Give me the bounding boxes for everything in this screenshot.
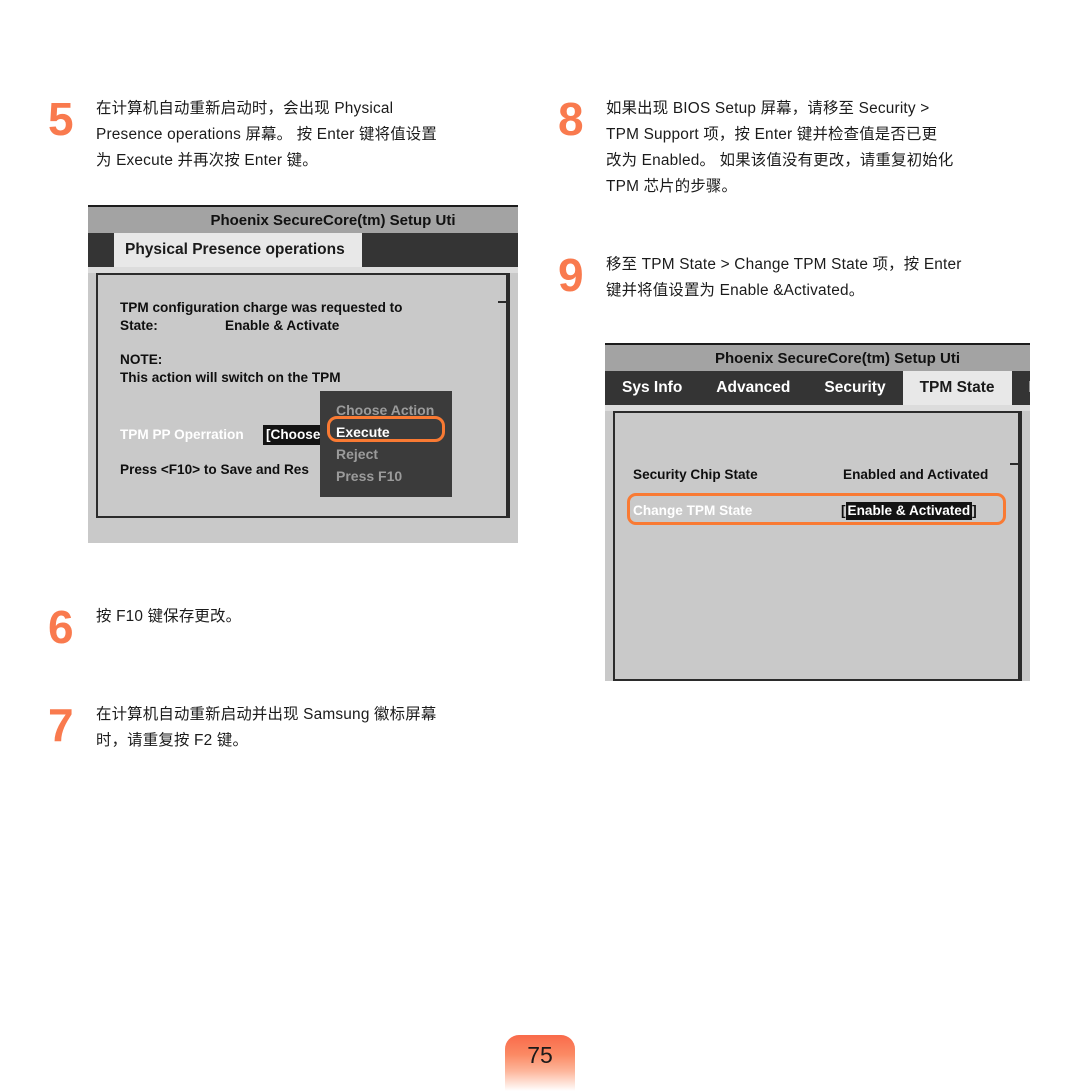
dropdown-pad-bottom [320, 487, 452, 497]
step-8-number: 8 [558, 93, 584, 145]
pp-state-value: Enable & Activate [225, 318, 340, 333]
bios-state-title-bar: Phoenix SecureCore(tm) Setup Uti [605, 343, 1030, 371]
step-6: 6 按 F10 键保存更改。 [48, 604, 528, 650]
tab-physical-presence-operations[interactable]: Physical Presence operations [108, 233, 362, 267]
step-7-line-1: 在计算机自动重新启动并出现 Samsung 徽标屏幕 [96, 706, 437, 723]
step-7-text: 在计算机自动重新启动并出现 Samsung 徽标屏幕 时，请重复按 F2 键。 [96, 702, 538, 754]
step-6-number: 6 [48, 601, 74, 653]
row-value-change-tpm-state: Enable & Activated [845, 501, 973, 520]
step-5: 5 在计算机自动重新启动时，会出现 Physical Presence oper… [48, 96, 528, 174]
state-panel-edge-tick-bottom [1018, 465, 1020, 679]
step-8-line-4: TPM 芯片的步骤。 [606, 178, 738, 195]
bios-state-content-panel: Security Chip State Enabled and Activate… [613, 411, 1022, 681]
bios-state-tab-row: Sys Info Advanced Security TPM State B [605, 371, 1030, 405]
step-5-line-1: 在计算机自动重新启动时，会出现 Physical [96, 100, 394, 117]
step-9-number: 9 [558, 249, 584, 301]
row-label-change-tpm-state: Change TPM State [633, 502, 753, 518]
step-8-line-2: TPM Support 项，按 Enter 键并检查值是否已更 [606, 126, 938, 143]
page-number: 75 [527, 1042, 553, 1068]
pp-action-dropdown[interactable]: Choose Action Execute Reject Press F10 [320, 391, 452, 497]
pp-config-line: TPM configuration charge was requested t… [120, 300, 403, 315]
step-5-line-3: 为 Execute 并再次按 Enter 键。 [96, 152, 318, 169]
page-number-badge: 75 [505, 1035, 575, 1091]
tab-advanced[interactable]: Advanced [699, 371, 807, 405]
state-panel-edge-tick-top [1018, 413, 1020, 463]
bios-tab-row: Physical Presence operations [88, 233, 518, 267]
step-8: 8 如果出现 BIOS Setup 屏幕，请移至 Security > TPM … [558, 96, 1048, 200]
step-9-line-1: 移至 TPM State > Change TPM State 项，按 Ente… [606, 256, 962, 273]
tab-security[interactable]: Security [807, 371, 902, 405]
dropdown-item-reject[interactable]: Reject [320, 443, 452, 465]
pp-state-label: State: [120, 318, 158, 333]
value-bracket-close: ] [972, 502, 977, 518]
table-row-change-tpm-state[interactable]: Change TPM State [Enable & Activated] [633, 497, 1006, 523]
tab-sys-info[interactable]: Sys Info [605, 371, 699, 405]
step-8-line-3: 改为 Enabled。 如果该值没有更改，请重复初始化 [606, 152, 954, 169]
dropdown-pad-top [320, 391, 452, 399]
tab-tpm-state[interactable]: TPM State [902, 371, 1012, 405]
step-8-line-1: 如果出现 BIOS Setup 屏幕，请移至 Security > [606, 100, 930, 117]
panel-edge-tick-bottom [506, 303, 508, 516]
table-row-security-chip-state: Security Chip State Enabled and Activate… [633, 461, 1006, 487]
row-value-security-chip-state: Enabled and Activated [843, 466, 989, 482]
bios-tpm-state-screenshot: Phoenix SecureCore(tm) Setup Uti Sys Inf… [605, 343, 1030, 681]
tab-left-notch [88, 233, 114, 267]
row-value-change-tpm-state-wrap[interactable]: [Enable & Activated] [841, 501, 977, 520]
bios-state-title-text: Phoenix SecureCore(tm) Setup Uti [714, 349, 961, 367]
step-9-line-2: 键并将值设置为 Enable &Activated。 [606, 282, 865, 299]
step-5-number: 5 [48, 93, 74, 145]
pp-note-label: NOTE: [120, 352, 163, 367]
pp-note-text: This action will switch on the TPM [120, 370, 341, 385]
bios-title-text: Phoenix SecureCore(tm) Setup Uti [210, 211, 456, 229]
step-9-text: 移至 TPM State > Change TPM State 项，按 Ente… [606, 252, 1048, 304]
bios-title-bar: Phoenix SecureCore(tm) Setup Uti [88, 205, 518, 233]
pp-footer-hint: Press <F10> to Save and Res [120, 462, 309, 477]
step-7: 7 在计算机自动重新启动并出现 Samsung 徽标屏幕 时，请重复按 F2 键… [48, 702, 538, 754]
dropdown-item-press-f10[interactable]: Press F10 [320, 465, 452, 487]
step-6-text: 按 F10 键保存更改。 [96, 604, 528, 630]
bios-physical-presence-screenshot: Phoenix SecureCore(tm) Setup Uti Physica… [88, 205, 518, 543]
step-7-number: 7 [48, 699, 74, 751]
step-5-text: 在计算机自动重新启动时，会出现 Physical Presence operat… [96, 96, 528, 174]
tab-boot[interactable]: B [1012, 371, 1031, 405]
step-5-line-2: Presence operations 屏幕。 按 Enter 键将值设置 [96, 126, 437, 143]
panel-edge-tick-top [506, 275, 508, 301]
pp-operation-label: TPM PP Operration [120, 427, 244, 442]
dropdown-item-execute[interactable]: Execute [320, 421, 452, 443]
step-7-line-2: 时，请重复按 F2 键。 [96, 732, 249, 749]
row-label-security-chip-state: Security Chip State [633, 466, 758, 482]
step-6-line-1: 按 F10 键保存更改。 [96, 608, 242, 625]
value-bracket-open: [ [841, 502, 846, 518]
dropdown-item-choose-action[interactable]: Choose Action [320, 399, 452, 421]
step-9: 9 移至 TPM State > Change TPM State 项，按 En… [558, 252, 1048, 304]
step-8-text: 如果出现 BIOS Setup 屏幕，请移至 Security > TPM Su… [606, 96, 1048, 200]
bios-content-panel: TPM configuration charge was requested t… [96, 273, 510, 518]
